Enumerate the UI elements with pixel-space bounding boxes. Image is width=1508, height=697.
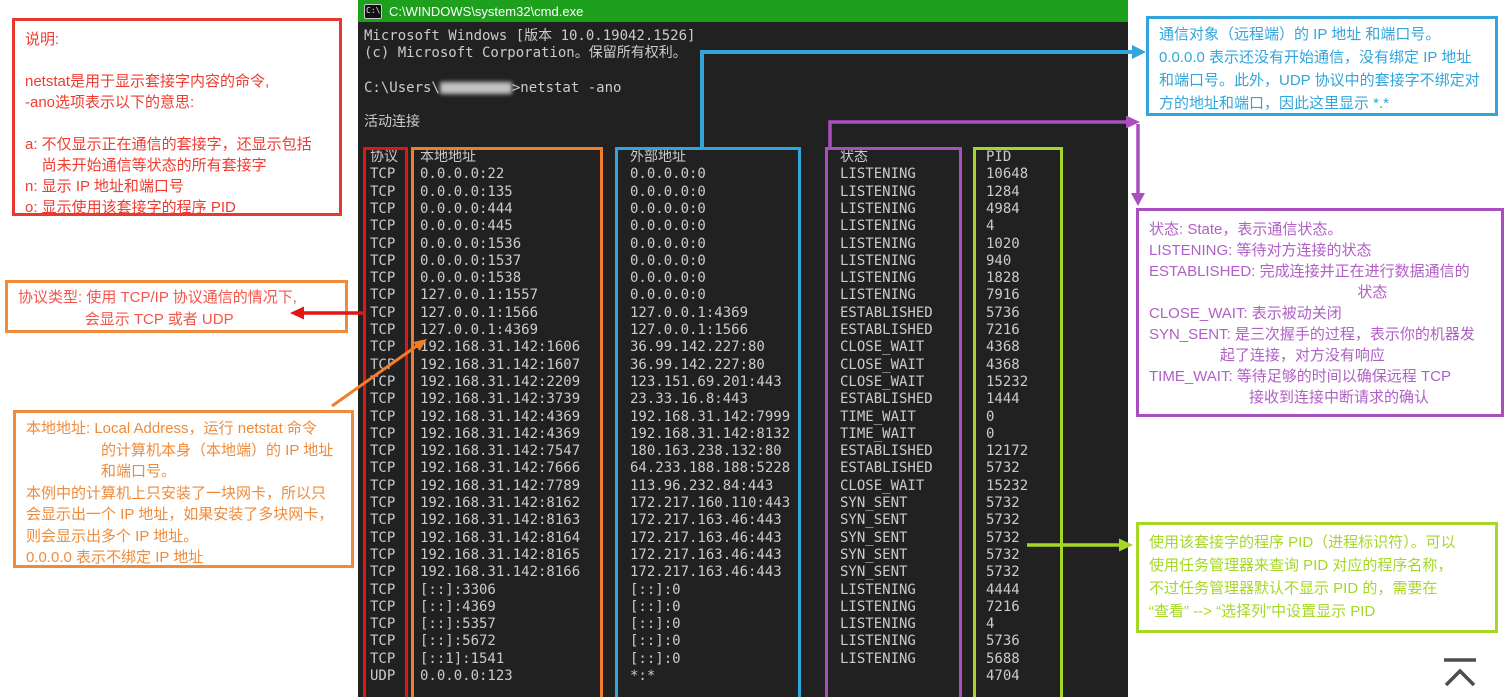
pid-column-box [973,147,1063,697]
note-line: 起了连接，对方没有响应 [1149,347,1385,364]
note-line: 状态: State，表示通信状态。 [1149,221,1343,238]
note-line: 方的地址和端口，因此这里显示 *.* [1159,95,1390,112]
window-title: C:\WINDOWS\system32\cmd.exe [389,3,584,19]
note-line: 的计算机本身（本地端）的 IP 地址 [26,441,334,459]
note-line: 则会显示出多个 IP 地址。 [26,527,199,545]
terminal-line: Microsoft Windows [版本 10.0.19042.1526] [364,28,696,44]
note-line: 说明: [25,31,60,48]
annotated-netstat-screenshot: C:\ C:\WINDOWS\system32\cmd.exe Microsof… [0,0,1508,697]
note-line: 使用该套接字的程序 PID（进程标识符）。可以 [1149,534,1456,551]
cmd-titlebar[interactable]: C:\ C:\WINDOWS\system32\cmd.exe [358,0,1128,22]
purple-down-arrowhead-icon [1131,193,1145,206]
redacted-username [439,81,512,94]
note-line [25,113,329,134]
prompt-prefix: C:\Users\ [364,79,440,96]
note-line: 本地地址: Local Address，运行 netstat 命令 [26,420,317,437]
purple-arrowhead-icon [1126,115,1140,129]
blue-arrowhead-icon [1132,45,1146,59]
note-foreign-address: 通信对象（远程端）的 IP 地址 和端口号。 0.0.0.0 表示还没有开始通信，… [1146,16,1498,116]
note-line: 通信对象（远程端）的 IP 地址 和端口号。 [1159,26,1441,43]
prompt-command: >netstat -ano [511,79,622,96]
note-line: 尚未开始通信等状态的所有套接字 [25,157,267,174]
note-local-address: 本地地址: Local Address，运行 netstat 命令 的计算机本身… [13,410,354,568]
note-line: 0.0.0.0 表示不绑定 IP 地址 [26,549,204,566]
terminal-line: (c) Microsoft Corporation。保留所有权利。 [364,45,687,62]
note-netstat-explanation: 说明: netstat是用于显示套接字内容的命令, -ano选项表示以下的意思: … [12,18,342,216]
note-protocol-type: 协议类型: 使用 TCP/IP 协议通信的情况下, 会显示 TCP 或者 UDP [5,280,348,333]
note-line: 会显示 TCP 或者 UDP [18,311,234,328]
note-line: “查看” --> “选择列”中设置显示 PID [1149,603,1376,620]
note-line: LISTENING: 等待对方连接的状态 [1149,242,1372,259]
note-line: 和端口号。此外，UDP 协议中的套接字不绑定对 [1159,72,1480,89]
note-line: n: 显示 IP 地址和端口号 [25,178,184,195]
note-line: 协议类型: 使用 TCP/IP 协议通信的情况下, [18,289,297,306]
note-line: a: 不仅显示正在通信的套接字，还显示包括 [25,136,312,153]
note-line: netstat是用于显示套接字内容的命令, [25,73,270,90]
note-line: ESTABLISHED: 完成连接并正在进行数据通信的 [1149,263,1470,280]
note-line: 不过任务管理器默认不显示 PID 的，需要在 [1149,580,1438,597]
note-line: 本例中的计算机上只安装了一块网卡，所以只 [26,484,327,502]
note-state: 状态: State，表示通信状态。 LISTENING: 等待对方连接的状态 EST… [1136,208,1504,417]
cmd-icon: C:\ [364,3,382,19]
note-line: TIME_WAIT: 等待足够的时间以确保远程 TCP [1149,368,1451,385]
back-to-top-icon[interactable] [1438,656,1482,692]
note-pid: 使用该套接字的程序 PID（进程标识符）。可以 使用任务管理器来查询 PID 对应… [1136,522,1498,633]
note-line: -ano选项表示以下的意思: [25,94,195,111]
local-address-column-box [411,147,603,697]
note-line: SYN_SENT: 是三次握手的过程，表示你的机器发 [1149,326,1475,343]
note-line: 0.0.0.0 表示还没有开始通信，没有绑定 IP 地址 [1159,49,1472,66]
note-line: 会显示出一个 IP 地址，如果安装了多块网卡， [26,506,334,523]
note-line: 和端口号。 [26,463,177,480]
note-line [25,50,329,71]
note-line: 使用任务管理器来查询 PID 对应的程序名称， [1149,557,1453,574]
foreign-address-column-box [615,147,801,697]
note-line: 接收到连接中断请求的确认 [1149,389,1430,406]
note-line: o: 显示使用该套接字的程序 PID [25,199,236,216]
terminal-prompt-line: C:\Users\ >netstat -ano [358,80,1128,97]
note-line: CLOSE_WAIT: 表示被动关闭 [1149,305,1342,322]
active-connections-label: 活动连接 [364,114,420,131]
note-line: 状态 [1149,284,1388,301]
protocol-column-box [363,147,408,697]
state-column-box [825,147,962,697]
